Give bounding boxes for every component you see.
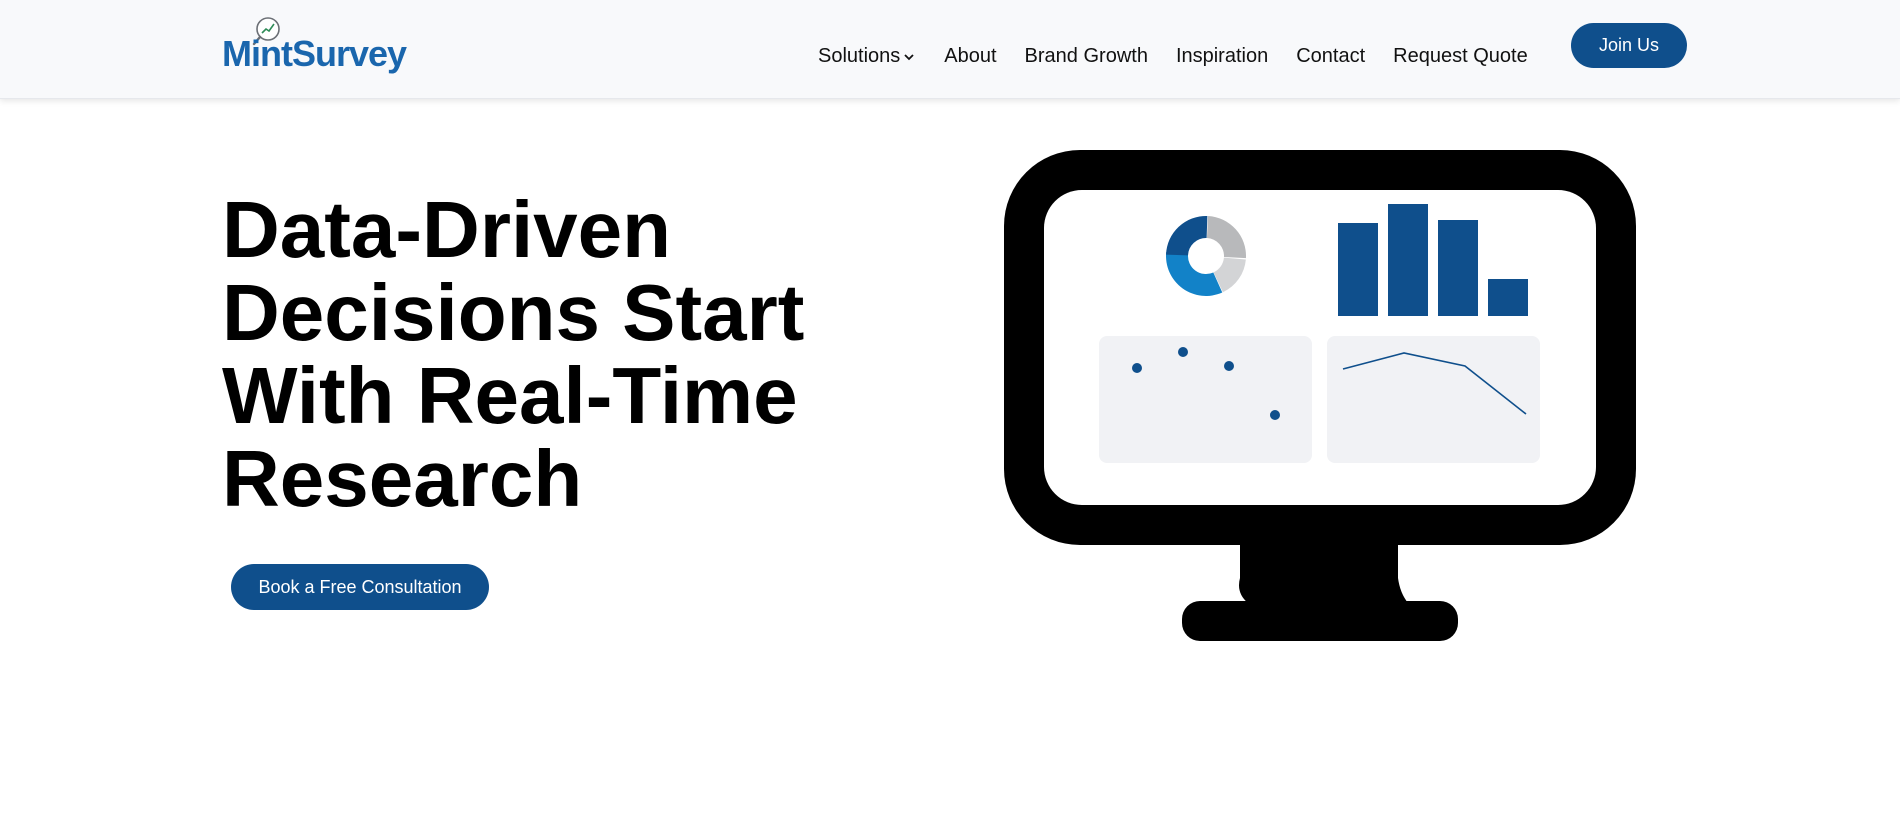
logo[interactable]: MintSurvey (222, 16, 422, 82)
scatter-point (1178, 347, 1188, 357)
monitor-base (1182, 601, 1458, 641)
scatter-point (1224, 361, 1234, 371)
nav-about[interactable]: About (944, 45, 996, 68)
bar (1488, 279, 1528, 316)
hero-title-line: Decisions Start (222, 268, 805, 357)
bar (1438, 220, 1478, 316)
nav-inspiration[interactable]: Inspiration (1176, 45, 1268, 68)
nav-label: Brand Growth (1024, 44, 1148, 67)
scatter-point (1270, 410, 1280, 420)
nav-contact[interactable]: Contact (1296, 45, 1365, 68)
hero-title-line: Data-Driven (222, 185, 672, 274)
nav-label: About (944, 44, 997, 67)
brand-name: MintSurvey (222, 33, 407, 74)
monitor-dashboard-illustration (1004, 150, 1636, 641)
nav-label: Contact (1296, 44, 1366, 67)
scatter-point (1132, 363, 1142, 373)
book-consultation-button[interactable]: Book a Free Consultation (231, 564, 489, 610)
scatter-panel (1099, 336, 1312, 463)
nav-request-quote[interactable]: Request Quote (1393, 45, 1528, 68)
nav-brand-growth[interactable]: Brand Growth (1025, 45, 1148, 68)
hero-title-line: With Real-Time (222, 351, 798, 440)
nav-label: Solutions (818, 44, 901, 67)
main-nav: Solutions About Brand Growth Inspiration… (818, 44, 1528, 68)
site-header: MintSurvey Solutions About Brand Growth … (0, 0, 1900, 99)
monitor-stand (1239, 538, 1408, 603)
join-us-button[interactable]: Join Us (1571, 23, 1687, 68)
nav-label: Request Quote (1393, 44, 1528, 67)
hero-title-line: Research (222, 434, 583, 523)
chevron-down-icon (904, 54, 914, 61)
bar (1388, 204, 1428, 316)
nav-label: Inspiration (1175, 44, 1269, 67)
bar (1338, 223, 1378, 316)
nav-solutions[interactable]: Solutions (818, 45, 916, 68)
hero-title: Data-Driven Decisions Start With Real-Ti… (222, 188, 862, 520)
